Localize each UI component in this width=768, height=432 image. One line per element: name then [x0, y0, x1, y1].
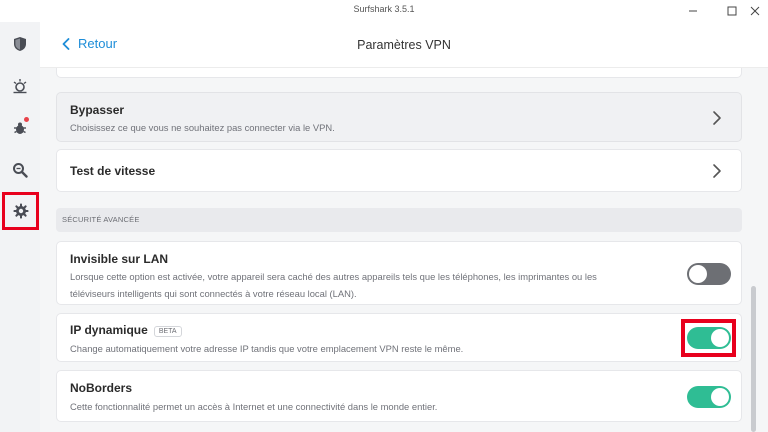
- dynamic-ip-card: IP dynamique BETA Change automatiquement …: [56, 313, 742, 362]
- invisible-lan-title: Invisible sur LAN: [70, 252, 169, 266]
- sidebar-item-antivirus[interactable]: [6, 114, 34, 142]
- maximize-icon: [727, 6, 737, 16]
- sidebar-item-settings[interactable]: [2, 192, 39, 230]
- dynamic-ip-title: IP dynamique: [70, 323, 148, 337]
- window-title: Surfshark 3.5.1: [353, 4, 415, 14]
- close-button[interactable]: [744, 2, 766, 20]
- invisible-lan-description-line1: Lorsque cette option est activée, votre …: [70, 271, 597, 282]
- bug-icon: [14, 122, 26, 134]
- invisible-lan-toggle[interactable]: [687, 263, 731, 285]
- close-icon: [750, 6, 760, 16]
- toggle-knob: [711, 388, 729, 406]
- chevron-right-icon: [713, 164, 721, 178]
- section-header-label: SÉCURITÉ AVANCÉE: [62, 215, 140, 224]
- bypass-card[interactable]: Bypasser Choisissez ce que vous ne souha…: [56, 92, 742, 142]
- search-icon: [13, 163, 28, 178]
- bug-icon: [13, 79, 27, 94]
- page-header: Retour Paramètres VPN: [40, 22, 768, 68]
- scrollbar-thumb[interactable]: [751, 286, 756, 432]
- section-header-advanced-security: SÉCURITÉ AVANCÉE: [56, 208, 742, 232]
- noborders-description: Cette fonctionnalité permet un accès à I…: [70, 401, 438, 412]
- noborders-title: NoBorders: [70, 381, 133, 395]
- dynamic-ip-description: Change automatiquement votre adresse IP …: [70, 343, 464, 354]
- sidebar-item-search[interactable]: [6, 156, 34, 184]
- previous-setting-card[interactable]: [56, 68, 742, 78]
- gear-icon: [13, 203, 28, 219]
- shield-icon: [14, 37, 26, 51]
- notification-dot: [24, 117, 29, 122]
- chevron-right-icon: [713, 111, 721, 125]
- bypass-title: Bypasser: [70, 103, 125, 117]
- speed-test-card[interactable]: Test de vitesse: [56, 149, 742, 192]
- invisible-lan-card: Invisible sur LAN Lorsque cette option e…: [56, 241, 742, 305]
- speed-test-title: Test de vitesse: [70, 164, 156, 178]
- bypass-description: Choisissez ce que vous ne souhaitez pas …: [70, 122, 335, 133]
- minimize-icon: [689, 10, 697, 12]
- noborders-card: NoBorders Cette fonctionnalité permet un…: [56, 370, 742, 422]
- title-bar: Surfshark 3.5.1: [0, 0, 768, 22]
- toggle-knob: [689, 265, 707, 283]
- settings-content: Bypasser Choisissez ce que vous ne souha…: [40, 68, 768, 432]
- invisible-lan-description-line2: téléviseurs intelligents qui sont connec…: [70, 288, 357, 299]
- sidebar-item-vpn[interactable]: [6, 30, 34, 58]
- dynamic-ip-title-wrap: IP dynamique BETA: [70, 323, 182, 337]
- sidebar: [0, 22, 40, 432]
- minimize-button[interactable]: [682, 2, 704, 20]
- beta-badge: BETA: [153, 326, 182, 337]
- noborders-toggle[interactable]: [687, 386, 731, 408]
- dynamic-ip-toggle-highlight: [681, 319, 736, 357]
- sidebar-item-alert[interactable]: [6, 72, 34, 100]
- maximize-button[interactable]: [721, 2, 743, 20]
- page-title: Paramètres VPN: [357, 38, 451, 52]
